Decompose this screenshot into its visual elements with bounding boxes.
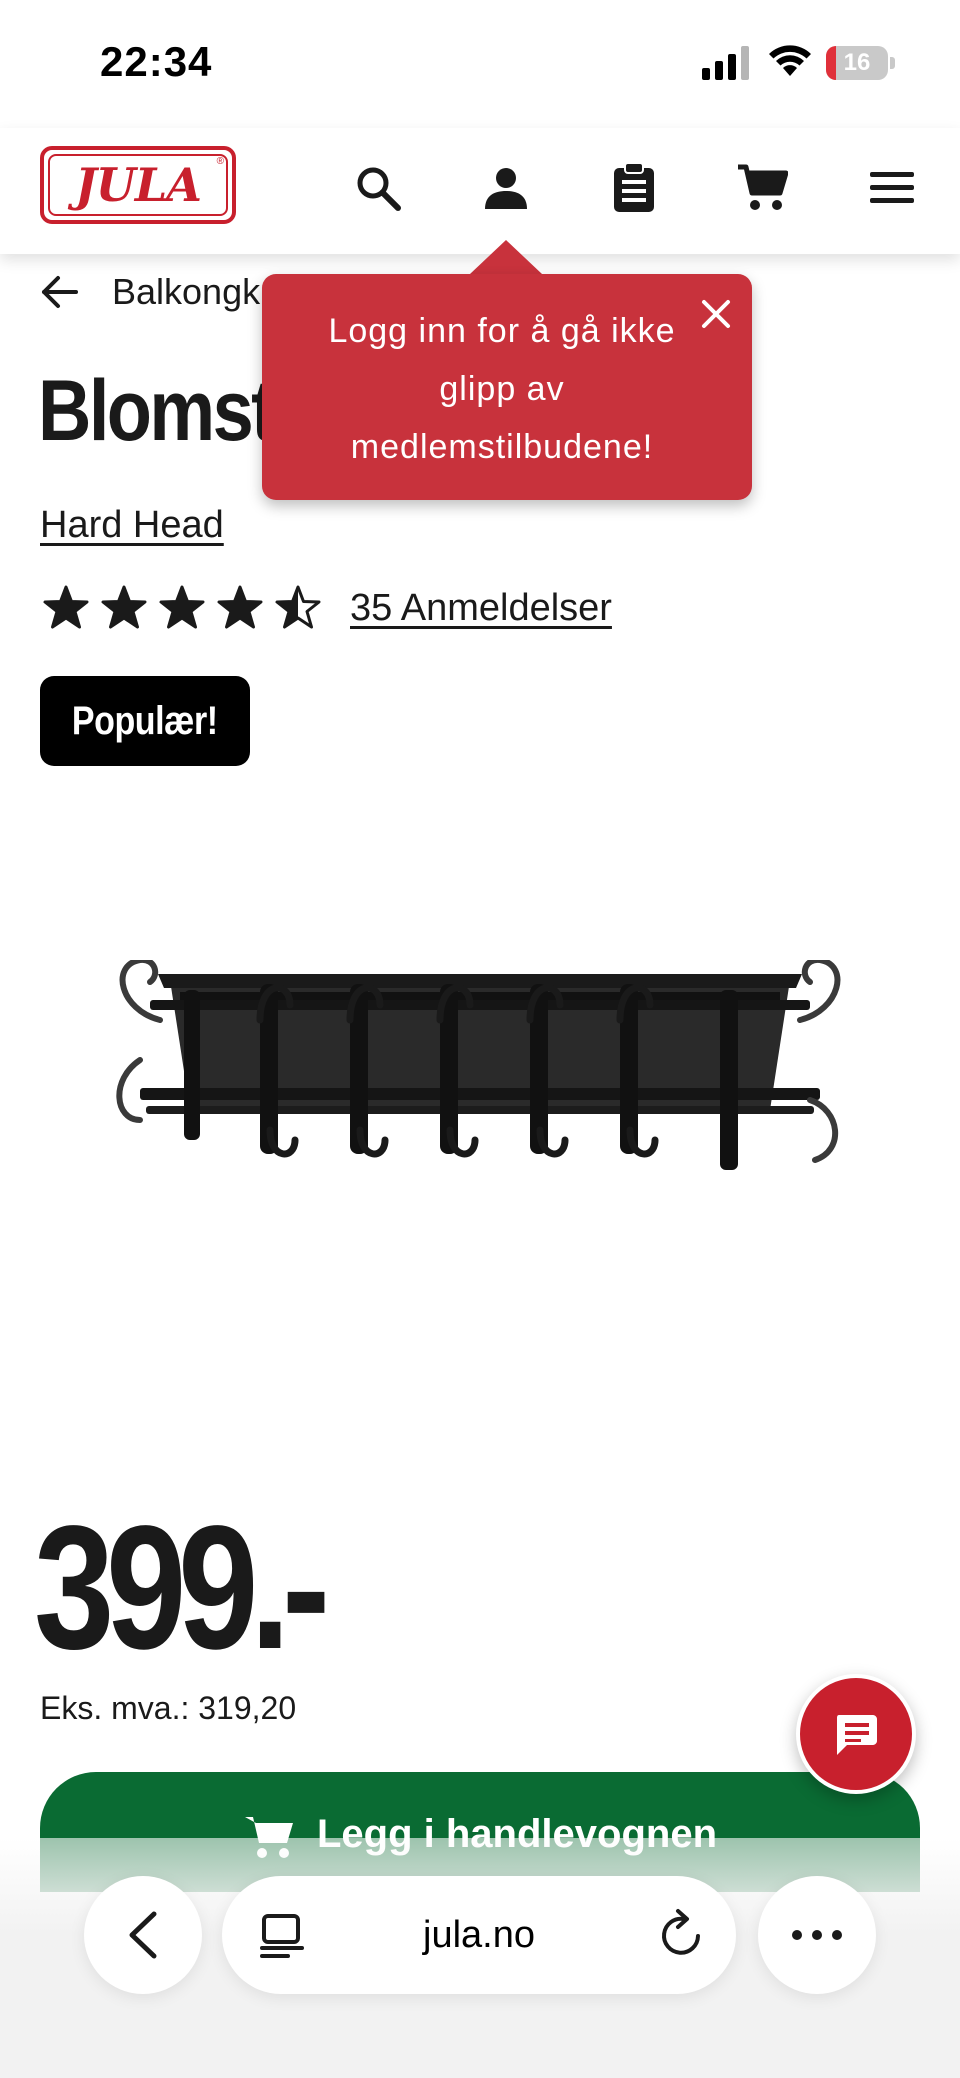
product-rating[interactable]: 35 Anmeldelser [42,580,612,636]
popular-badge: Populær! [40,676,250,766]
chat-icon [837,1715,877,1755]
shopping-list-button[interactable] [604,158,664,218]
user-icon [485,168,527,209]
status-time: 22:34 [100,38,213,85]
logo-text: JULA [75,158,202,212]
reload-icon[interactable] [654,1908,708,1962]
reviews-link[interactable]: 35 Anmeldelser [350,587,612,630]
breadcrumb[interactable]: Balkongk [40,264,260,320]
address-bar[interactable]: jula.no [222,1876,736,1994]
cart-icon [738,164,788,210]
star-half-icon [275,585,321,629]
cart-button[interactable] [732,158,792,218]
product-image[interactable] [110,960,850,1180]
product-price: 399.- [34,1490,330,1686]
star-full-icon [101,585,147,629]
more-icon [792,1930,842,1940]
battery-icon: 16 [826,46,896,80]
browser-toolbar: jula.no [0,1838,960,2078]
back-arrow-icon [42,276,78,308]
battery-level: 16 [843,49,871,76]
clipboard-icon [614,162,654,212]
brand-link[interactable]: Hard Head [40,504,224,547]
browser-more-button[interactable] [758,1876,876,1994]
search-icon [357,167,401,211]
star-full-icon [43,585,89,629]
login-tooltip: Logg inn for å gå ikke glipp av medlemst… [262,274,752,500]
account-button[interactable] [476,158,536,218]
rating-stars [42,584,332,632]
breadcrumb-label: Balkongk [112,271,261,312]
star-full-icon [217,585,263,629]
menu-button[interactable] [862,158,922,218]
browser-back-button[interactable] [84,1876,202,1994]
price-ex-vat: Eks. mva.: 319,20 [40,1690,297,1726]
badge-label: Populær! [72,698,218,743]
close-icon [702,300,730,328]
tooltip-close-button[interactable] [694,292,738,336]
star-full-icon [159,585,205,629]
back-icon [129,1911,157,1959]
site-header: JULA ® [0,128,960,254]
page: 22:34 16 JULA ® Balkongk Blomst n Hard H… [0,0,960,2078]
status-bar: 22:34 16 [0,0,960,128]
cellular-signal-icon [702,46,749,80]
jula-logo[interactable]: JULA ® [40,146,236,224]
menu-icon [870,172,914,203]
wifi-icon [769,45,811,76]
chat-button[interactable] [796,1674,916,1794]
search-button[interactable] [348,158,408,218]
tooltip-message: Logg inn for å gå ikke glipp av medlemst… [328,312,676,466]
tooltip-arrow [470,240,542,274]
